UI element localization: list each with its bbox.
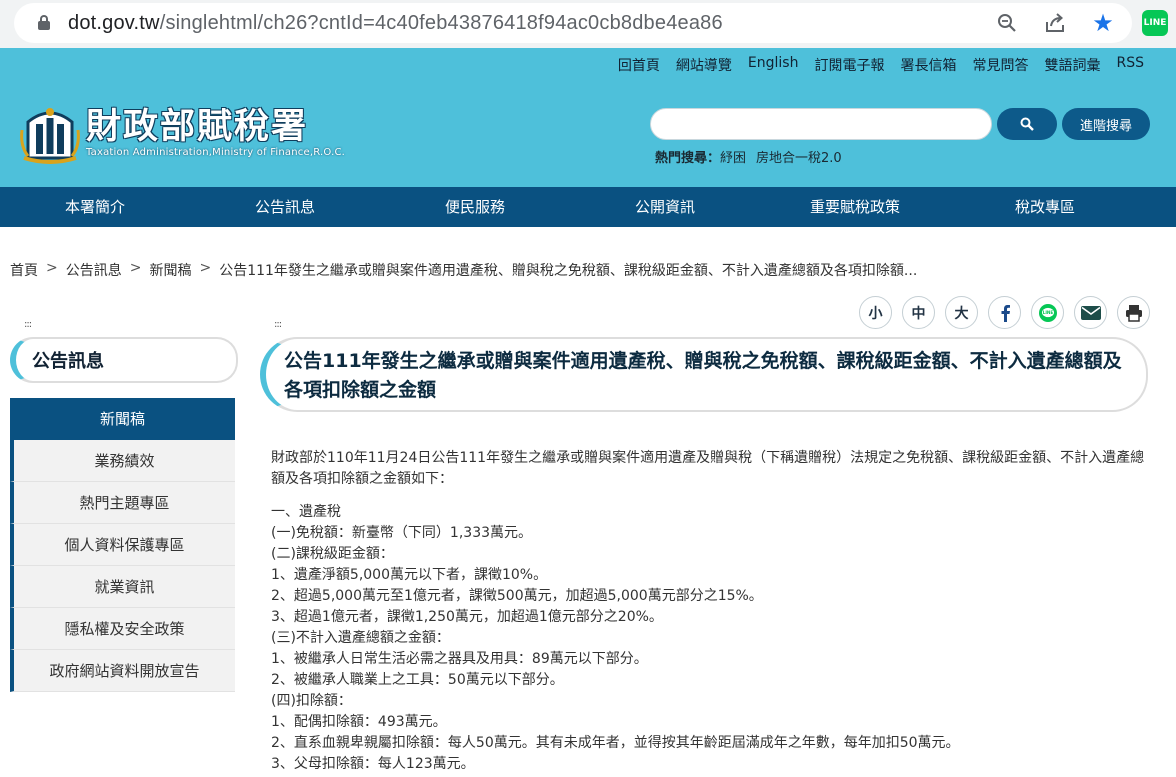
article-line: 3、父母扣除額：每人123萬元。: [271, 756, 475, 772]
nav-item-about[interactable]: 本署簡介: [0, 187, 190, 227]
article-line: 1、被繼承人日常生活必需之器具及用具：89萬元以下部分。: [271, 651, 648, 667]
article-line: 2、超過5,000萬元至1億元者，課徵500萬元，加超過5,000萬元部分之15…: [271, 588, 763, 604]
article-line: 1、配偶扣除額：493萬元。: [271, 714, 447, 730]
hot-search-label: 熱門搜尋：: [655, 151, 721, 166]
nav-item-tax-reform[interactable]: 稅改專區: [950, 187, 1140, 227]
article-line: 2、直系血親卑親屬扣除額：每人50萬元。其有未成年者，並得按其年齡距屆滿成年之年…: [271, 735, 960, 751]
hot-search-term[interactable]: 紓困: [720, 147, 746, 166]
breadcrumb-separator: >: [129, 260, 142, 276]
article-line: (一)免稅額：新臺幣（下同）1,333萬元。: [271, 525, 533, 541]
line-share-button[interactable]: LINE: [1031, 296, 1064, 329]
sidebar-item-open-data[interactable]: 政府網站資料開放宣告: [10, 650, 235, 692]
top-link-english[interactable]: English: [748, 55, 799, 75]
browser-toolbar: dot.gov.tw/singlehtml/ch26?cntId=4c40feb…: [0, 0, 1176, 48]
url-text[interactable]: dot.gov.tw/singlehtml/ch26?cntId=4c40feb…: [68, 12, 723, 35]
sidebar-item-hot-topics[interactable]: 熱門主題專區: [10, 482, 235, 524]
breadcrumb-announcements[interactable]: 公告訊息: [66, 260, 122, 280]
top-link-rss[interactable]: RSS: [1116, 55, 1144, 75]
lock-icon[interactable]: [38, 15, 50, 31]
sidebar-menu: 新聞稿 業務績效 熱門主題專區 個人資料保護專區 就業資訊 隱私權及安全政策 政…: [10, 398, 235, 692]
printer-icon: [1125, 304, 1142, 322]
top-link-glossary[interactable]: 雙語詞彙: [1044, 55, 1100, 75]
svg-text:LINE: LINE: [1042, 310, 1053, 315]
search-button[interactable]: [997, 108, 1057, 140]
hot-search: 熱門搜尋： 紓困 房地合一稅2.0: [655, 147, 842, 166]
nav-item-services[interactable]: 便民服務: [380, 187, 570, 227]
sidebar-title: 公告訊息: [10, 337, 238, 383]
search-box: [650, 108, 992, 140]
article-line: 一、遺產稅: [271, 504, 341, 520]
top-link-sitemap[interactable]: 網站導覽: [676, 55, 732, 75]
article-line: 1、遺產淨額5,000萬元以下者，課徵10%。: [271, 567, 548, 583]
print-button[interactable]: [1117, 296, 1150, 329]
email-share-button[interactable]: [1074, 296, 1107, 329]
sidebar-item-performance[interactable]: 業務績效: [10, 440, 235, 482]
site-logo[interactable]: 財政部賦稅署 Taxation Administration,Ministry …: [18, 100, 345, 164]
line-icon: LINE: [1038, 303, 1057, 322]
article-line: 2、被繼承人職業上之工具：50萬元以下部分。: [271, 672, 564, 688]
breadcrumb: 首頁 > 公告訊息 > 新聞稿 > 公告111年發生之繼承或贈與案件適用遺產稅、…: [10, 260, 917, 280]
top-links: 回首頁 網站導覽 English 訂閱電子報 署長信箱 常見問答 雙語詞彙 RS…: [618, 55, 1144, 75]
bookmark-star-icon[interactable]: ★: [1090, 9, 1116, 37]
accesskey-left[interactable]: :::: [24, 319, 32, 330]
sidebar-item-privacy-policy[interactable]: 隱私權及安全政策: [10, 608, 235, 650]
sidebar-item-press-active[interactable]: 新聞稿: [10, 398, 235, 440]
zoom-icon[interactable]: [994, 10, 1020, 36]
main-nav: 本署簡介 公告訊息 便民服務 公開資訊 重要賦稅政策 稅改專區: [0, 187, 1176, 227]
site-header: 回首頁 網站導覽 English 訂閱電子報 署長信箱 常見問答 雙語詞彙 RS…: [0, 48, 1176, 187]
address-bar[interactable]: dot.gov.tw/singlehtml/ch26?cntId=4c40feb…: [14, 3, 1132, 43]
nav-item-announcements[interactable]: 公告訊息: [190, 187, 380, 227]
breadcrumb-current: 公告111年發生之繼承或贈與案件適用遺產稅、贈與稅之免稅額、課稅級距金額、不計入…: [219, 263, 918, 279]
breadcrumb-separator: >: [46, 260, 58, 276]
logo-subtitle: Taxation Administration,Ministry of Fina…: [86, 146, 346, 158]
nav-item-tax-policy[interactable]: 重要賦稅政策: [760, 187, 950, 227]
facebook-share-button[interactable]: [988, 296, 1021, 329]
font-small-button[interactable]: 小: [859, 296, 892, 329]
email-icon: [1080, 305, 1101, 320]
article-intro: 財政部於110年11月24日公告111年發生之繼承或贈與案件適用遺產及贈與稅（下…: [271, 450, 1145, 487]
hot-search-term[interactable]: 房地合一稅2.0: [756, 147, 842, 166]
breadcrumb-press[interactable]: 新聞稿: [149, 260, 191, 280]
article-line: (二)課稅級距金額：: [271, 546, 394, 562]
top-link-newsletter[interactable]: 訂閱電子報: [814, 55, 884, 75]
advanced-search-button[interactable]: 進階搜尋: [1062, 108, 1150, 140]
top-link-director-mailbox[interactable]: 署長信箱: [900, 55, 956, 75]
sidebar-item-jobs[interactable]: 就業資訊: [10, 566, 235, 608]
article-line: (三)不計入遺產總額之金額：: [271, 630, 450, 646]
search-input[interactable]: [651, 109, 991, 139]
logo-title: 財政部賦稅署: [86, 106, 309, 147]
article-line: 3、超過1億元者，課徵1,250萬元，加超過1億元部分之20%。: [271, 609, 663, 625]
accesskey-content[interactable]: :::: [274, 319, 282, 330]
font-medium-button[interactable]: 中: [902, 296, 935, 329]
search-icon: [1020, 117, 1034, 131]
top-link-faq[interactable]: 常見問答: [972, 55, 1028, 75]
breadcrumb-separator: >: [199, 260, 212, 276]
sidebar-item-privacy-data[interactable]: 個人資料保護專區: [10, 524, 235, 566]
page-tools: 小 中 大 LINE: [859, 296, 1150, 329]
top-link-home[interactable]: 回首頁: [618, 55, 660, 75]
breadcrumb-home[interactable]: 首頁: [10, 260, 38, 280]
font-large-button[interactable]: 大: [945, 296, 978, 329]
ministry-emblem-icon: [20, 108, 80, 164]
line-extension-icon[interactable]: LINE: [1142, 10, 1168, 36]
share-icon[interactable]: [1042, 10, 1068, 36]
article-title: 公告111年發生之繼承或贈與案件適用遺產稅、贈與稅之免稅額、課稅級距金額、不計入…: [260, 337, 1148, 412]
article-body: 財政部於110年11月24日公告111年發生之繼承或贈與案件適用遺產及贈與稅（下…: [271, 448, 1151, 775]
article-line: (四)扣除額：: [271, 693, 352, 709]
facebook-icon: [1001, 304, 1010, 322]
nav-item-public-info[interactable]: 公開資訊: [570, 187, 760, 227]
